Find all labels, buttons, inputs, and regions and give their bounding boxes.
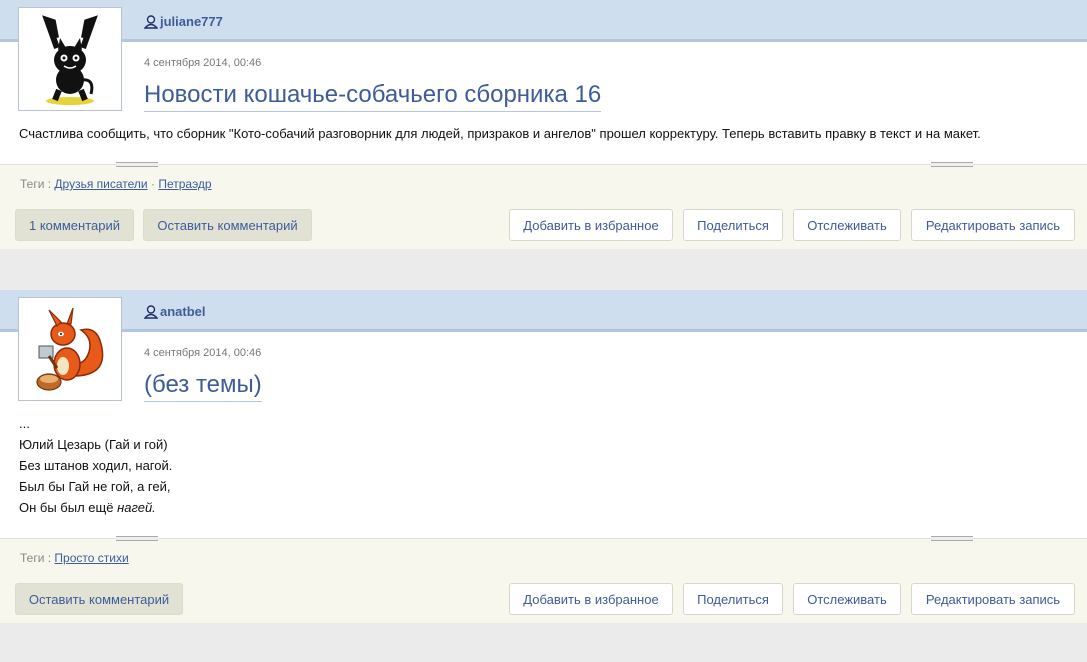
- entry-title[interactable]: (без темы): [144, 370, 262, 402]
- entry-title[interactable]: Новости кошачье-собачьего сборника 16: [144, 80, 602, 112]
- tag-link[interactable]: Просто стихи: [54, 551, 128, 565]
- divider: [931, 536, 973, 541]
- user-icon: [143, 14, 159, 29]
- track-button[interactable]: Отслеживать: [793, 209, 901, 241]
- entry-footer: Теги : Друзья писатели · Петраэдр 1 комм…: [0, 162, 1087, 249]
- body-line: Был бы Гай не гой, а гей,: [19, 479, 171, 494]
- tag-link[interactable]: Петраэдр: [158, 177, 211, 191]
- edit-entry-button[interactable]: Редактировать запись: [911, 583, 1075, 615]
- track-button[interactable]: Отслеживать: [793, 583, 901, 615]
- divider: [116, 162, 158, 167]
- body-line: Счастлива сообщить, что сборник "Кото-со…: [19, 126, 981, 141]
- username-link[interactable]: juliane777: [143, 14, 223, 29]
- edit-entry-button[interactable]: Редактировать запись: [911, 209, 1075, 241]
- add-favorite-button[interactable]: Добавить в избранное: [509, 583, 673, 615]
- entry-footer: Теги : Просто стихи Оставить комментарий…: [0, 536, 1087, 623]
- entry-body: ... Юлий Цезарь (Гай и гой) Без штанов х…: [19, 413, 172, 518]
- username-link[interactable]: anatbel: [143, 304, 206, 319]
- entry-date: 4 сентября 2014, 00:46: [144, 347, 262, 359]
- share-button[interactable]: Поделиться: [683, 583, 783, 615]
- tags-label: Теги :: [20, 177, 52, 191]
- squirrel-avatar-icon: [36, 307, 104, 391]
- tag-link[interactable]: Друзья писатели: [54, 177, 147, 191]
- journal-entry: anatbel 4 сентября 2014, 00:46 (без темы…: [0, 290, 1087, 623]
- body-italic-word: нагей.: [117, 500, 156, 515]
- body-line: ...: [19, 416, 30, 431]
- divider: [116, 536, 158, 541]
- divider: [931, 162, 973, 167]
- entry-date: 4 сентября 2014, 00:46: [144, 57, 262, 69]
- body-line: Без штанов ходил, нагой.: [19, 458, 173, 473]
- username: anatbel: [160, 304, 206, 319]
- body-line-start: Он бы был ещё: [19, 500, 118, 515]
- tags-label: Теги :: [20, 551, 52, 565]
- user-avatar[interactable]: [18, 7, 122, 111]
- tags-line: Теги : Просто стихи: [20, 551, 129, 565]
- user-avatar[interactable]: [18, 297, 122, 401]
- black-cat-avatar-icon: [42, 15, 98, 105]
- leave-comment-button[interactable]: Оставить комментарий: [143, 209, 312, 241]
- share-button[interactable]: Поделиться: [683, 209, 783, 241]
- tags-line: Теги : Друзья писатели · Петраэдр: [20, 177, 212, 191]
- leave-comment-button[interactable]: Оставить комментарий: [15, 583, 183, 615]
- entry-body: Счастлива сообщить, что сборник "Кото-со…: [19, 123, 981, 144]
- tag-separator: ·: [150, 177, 155, 191]
- user-icon: [143, 304, 159, 319]
- body-line: Юлий Цезарь (Гай и гой): [19, 437, 168, 452]
- comments-count-button[interactable]: 1 комментарий: [15, 209, 134, 241]
- add-favorite-button[interactable]: Добавить в избранное: [509, 209, 673, 241]
- journal-entry: juliane777 4 сентября 2014, 00:46 Новост…: [0, 0, 1087, 249]
- body-line: Он бы был ещё нагей.: [19, 497, 172, 518]
- username: juliane777: [160, 14, 223, 29]
